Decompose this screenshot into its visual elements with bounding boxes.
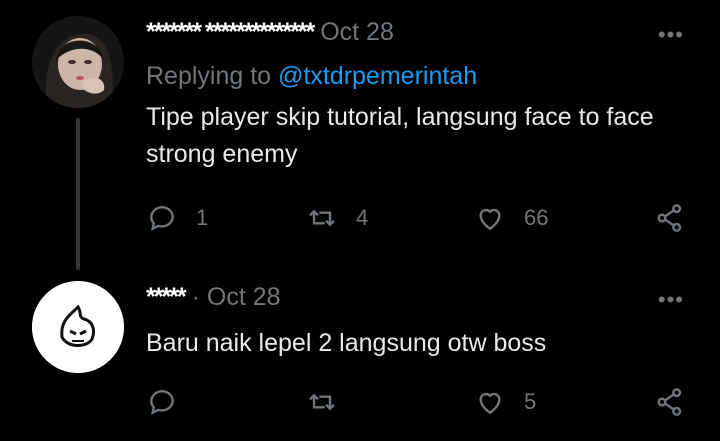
tweet-header: ***** · Oct 28 ••• — [146, 283, 700, 323]
retweet-count: 4 — [356, 205, 369, 230]
retweet-icon — [309, 209, 335, 227]
share-button[interactable] — [654, 198, 686, 238]
tweet-text: Tipe player skip tutorial, langsung face… — [146, 103, 654, 168]
replying-handle[interactable]: @txtdrpemerintah — [278, 62, 477, 90]
more-icon[interactable]: ••• — [658, 287, 684, 313]
replying-label: Replying to — [146, 62, 272, 90]
like-count: 5 — [524, 389, 537, 414]
like-button[interactable]: 5 — [474, 382, 536, 422]
reply-button[interactable] — [146, 382, 178, 422]
like-icon — [479, 392, 501, 415]
share-button[interactable] — [654, 382, 686, 422]
display-name[interactable]: ******* ************** — [146, 18, 315, 46]
avatar-logo — [32, 281, 124, 373]
tweet-date[interactable]: · Oct 28 — [192, 283, 281, 311]
avatar[interactable] — [32, 16, 124, 108]
tweet-actions: 1 4 66 — [146, 198, 706, 238]
replying-to: Replying to @txtdrpemerintah — [146, 62, 700, 91]
more-icon[interactable]: ••• — [658, 22, 684, 48]
like-button[interactable]: 66 — [474, 198, 548, 238]
tweet-actions: 5 — [146, 382, 706, 422]
avatar[interactable] — [32, 281, 124, 373]
reply-icon — [150, 390, 174, 415]
share-icon — [657, 388, 682, 416]
thread-line — [76, 118, 80, 270]
reply-count: 1 — [196, 205, 209, 230]
tweet-text: Baru naik lepel 2 langsung otw boss — [146, 329, 547, 357]
share-icon — [657, 204, 682, 232]
like-icon — [479, 208, 501, 231]
tweet-date[interactable]: Oct 28 — [320, 18, 394, 46]
reply-icon — [150, 206, 174, 231]
reply-button[interactable]: 1 — [146, 198, 208, 238]
retweet-button[interactable] — [306, 382, 338, 422]
avatar-photo — [32, 16, 124, 108]
tweet[interactable]: ******* ************** Oct 28 ••• Replyi… — [0, 0, 720, 270]
like-count: 66 — [524, 205, 549, 230]
retweet-icon — [309, 393, 335, 411]
tweet-header: ******* ************** Oct 28 ••• — [146, 18, 700, 58]
display-name[interactable]: ***** — [146, 283, 187, 311]
retweet-button[interactable]: 4 — [306, 198, 368, 238]
